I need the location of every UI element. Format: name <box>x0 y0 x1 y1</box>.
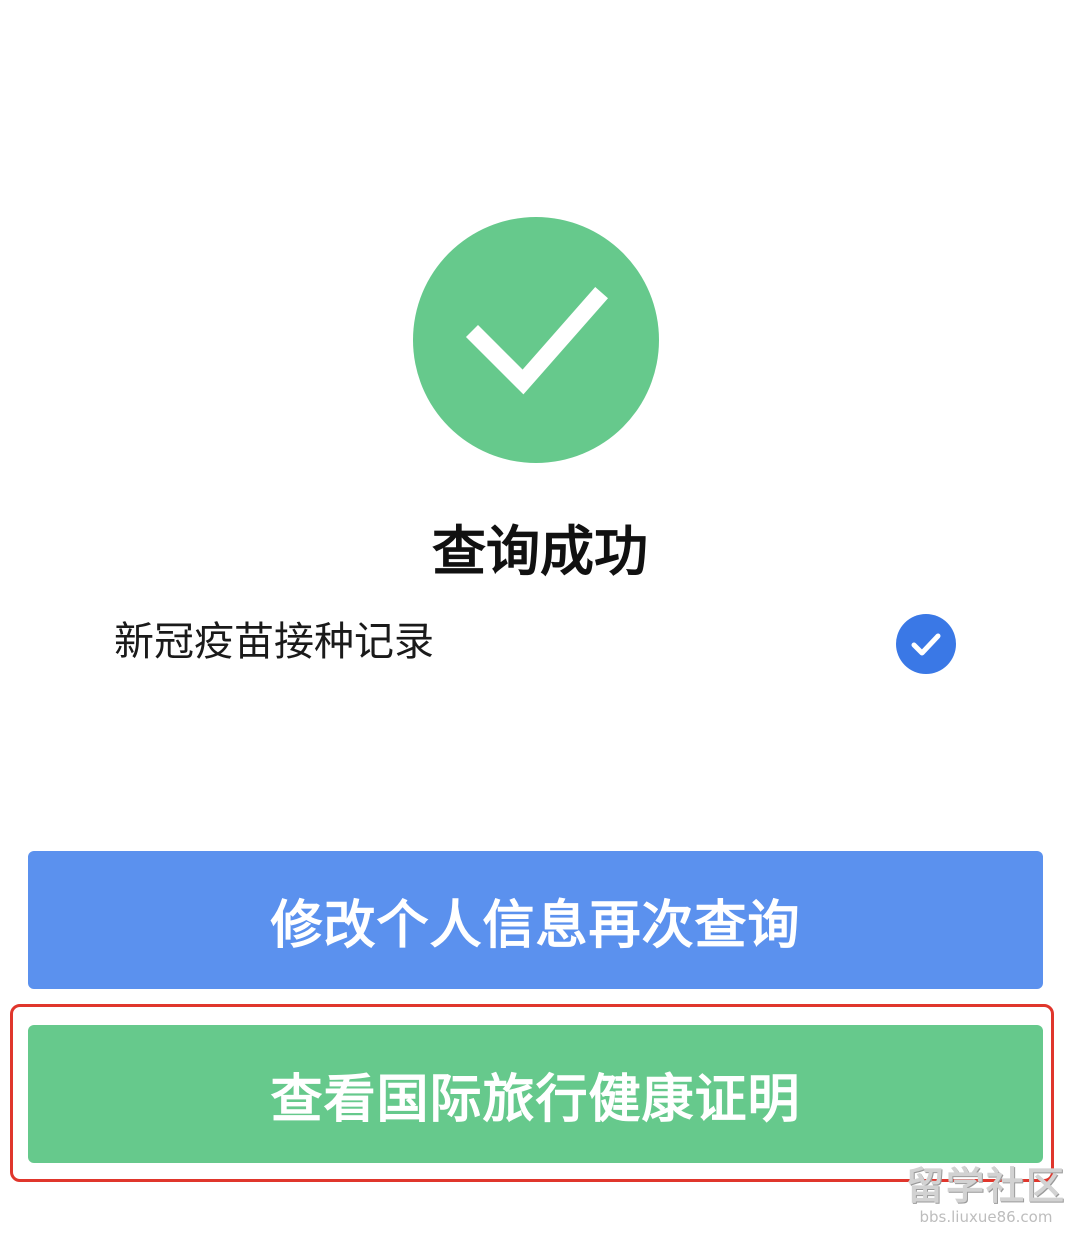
modify-info-requery-button[interactable]: 修改个人信息再次查询 <box>28 851 1043 989</box>
watermark-url: bbs.liuxue86.com <box>919 1208 1053 1226</box>
checkmark-icon <box>465 287 608 395</box>
vaccination-record-label: 新冠疫苗接种记录 <box>114 619 434 665</box>
record-verified-icon <box>896 614 956 674</box>
page-title: 查询成功 <box>432 520 648 583</box>
success-check-icon <box>413 217 659 463</box>
site-watermark: 留学社区 bbs.liuxue86.com <box>906 1164 1066 1234</box>
view-travel-health-certificate-button[interactable]: 查看国际旅行健康证明 <box>28 1025 1043 1163</box>
small-checkmark-icon <box>911 633 941 656</box>
watermark-title: 留学社区 <box>906 1164 1067 1208</box>
